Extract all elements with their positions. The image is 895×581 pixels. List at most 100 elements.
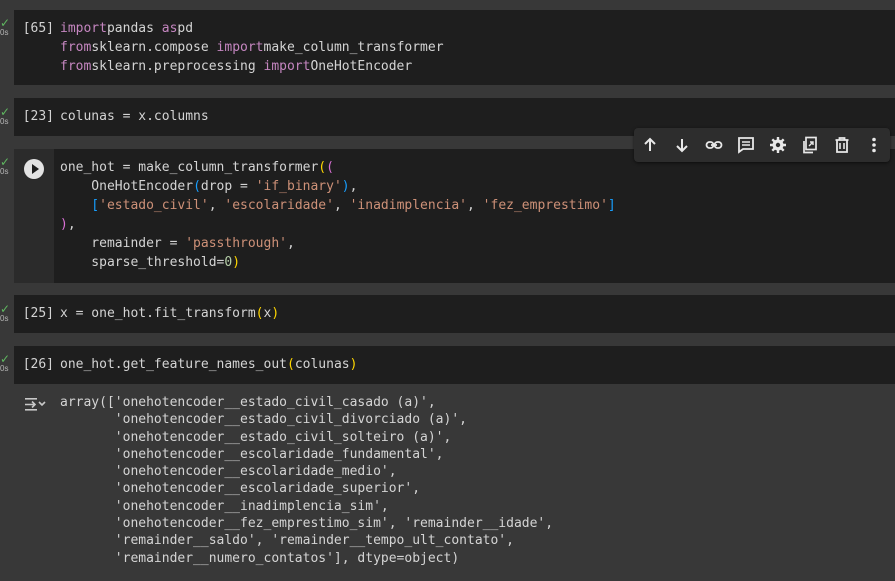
mirror-cell-icon <box>803 136 817 154</box>
code-token: import <box>60 21 107 36</box>
run-cell-button[interactable] <box>24 159 44 179</box>
exec-time: 0s <box>0 364 9 373</box>
code-token: colunas <box>294 357 350 372</box>
exec-count: [23] <box>22 109 54 124</box>
code-line: fromsklearn.preprocessing importOneHotEn… <box>60 57 444 76</box>
code-line: remainder = 'passthrough', <box>60 234 616 253</box>
code-line: OneHotEncoder(drop = 'if_binary'), <box>60 177 616 196</box>
code-token: , <box>333 198 350 213</box>
code-token: , <box>467 198 483 213</box>
code-token: sklearn.compose <box>91 40 217 55</box>
exec-time: 0s <box>0 117 9 126</box>
code-token: 'estado_civil' <box>99 198 209 213</box>
link-button[interactable] <box>703 134 725 156</box>
code-token: 'inadimplencia' <box>349 198 468 213</box>
exec-count: [65] <box>22 21 54 36</box>
code-token: ) <box>341 179 350 194</box>
code-line: ['estado_civil', 'escolaridade', 'inadim… <box>60 196 616 215</box>
exec-time: 0s <box>0 167 9 176</box>
code-token: , <box>349 179 358 194</box>
code-token: OneHotEncoder <box>310 59 413 74</box>
code-token: one_hot.get_feature_names_out <box>60 357 287 372</box>
output-menu-icon[interactable] <box>24 396 46 412</box>
code-token: [ <box>60 198 100 213</box>
output-line: 'onehotencoder__estado_civil_solteiro (a… <box>60 429 452 445</box>
output-line: 'onehotencoder__escolaridade_superior', <box>60 481 421 497</box>
code-editor[interactable]: one_hot.get_feature_names_out(colunas) <box>60 355 357 374</box>
code-token: , <box>67 217 76 232</box>
exec-count: [26] <box>22 357 54 372</box>
code-cell-active[interactable]: one_hot = make_column_transformer ( ( OneH… <box>14 149 895 283</box>
cell-status-23: ✓ 0s <box>0 105 14 126</box>
check-icon: ✓ <box>0 352 11 366</box>
code-token: ) <box>232 255 241 270</box>
link-icon <box>705 141 723 149</box>
comment-button[interactable] <box>735 134 757 156</box>
code-cell-26[interactable]: [26] one_hot.get_feature_names_out(colun… <box>14 346 895 384</box>
more-button[interactable] <box>863 134 885 156</box>
code-cell-65[interactable]: [65] importpandas aspd fromsklearn.compos… <box>14 10 895 85</box>
delete-icon <box>835 137 849 153</box>
code-token: import <box>263 59 311 74</box>
code-token: colunas = x.columns <box>60 109 209 124</box>
code-token: ( <box>193 179 201 194</box>
exec-time: 0s <box>0 314 9 323</box>
check-icon: ✓ <box>0 155 11 169</box>
code-token: 'passthrough' <box>185 236 287 251</box>
code-line: fromsklearn.compose importmake_column_tr… <box>60 38 444 57</box>
code-token: ) <box>271 306 280 321</box>
comment-icon <box>738 137 754 154</box>
cell-toolbar <box>634 128 890 162</box>
delete-button[interactable] <box>831 134 853 156</box>
settings-button[interactable] <box>767 134 789 156</box>
code-token: make_column_transformer <box>263 40 444 55</box>
check-icon: ✓ <box>0 105 11 119</box>
code-line: colunas = x.columns <box>60 107 209 126</box>
code-cell-25[interactable]: [25] x = one_hot.fit_transform(x) <box>14 295 895 333</box>
cell-status-run: ✓ 0s <box>0 155 14 176</box>
more-icon <box>872 137 876 153</box>
code-editor[interactable]: importpandas aspd fromsklearn.compose imp… <box>60 19 444 76</box>
output-line: 'onehotencoder__escolaridade_medio', <box>60 464 397 480</box>
cell-status-25: ✓ 0s <box>0 302 14 323</box>
check-icon: ✓ <box>0 302 11 316</box>
code-token: pandas <box>106 21 162 36</box>
output-line: 'onehotencoder__inadimplencia_sim', <box>60 498 389 514</box>
exec-time: 0s <box>0 28 9 37</box>
output-line: 'onehotencoder__estado_civil_divorciado … <box>60 412 467 428</box>
code-line: one_hot.get_feature_names_out(colunas) <box>60 355 357 374</box>
code-line: sparse_threshold=0) <box>60 253 616 272</box>
code-token: ( <box>286 357 295 372</box>
code-line: importpandas aspd <box>60 19 444 38</box>
code-token: import <box>216 40 264 55</box>
code-line: one_hot = make_column_transformer(( <box>60 158 616 177</box>
code-token: pd <box>177 21 194 36</box>
settings-icon <box>770 137 786 153</box>
code-token: remainder = <box>60 236 186 251</box>
cell-status-65: ✓ 0s <box>0 17 14 37</box>
code-editor[interactable]: colunas = x.columns <box>60 107 209 126</box>
code-token: ] <box>607 198 616 213</box>
code-token: sparse_threshold= <box>60 255 225 270</box>
mirror-cell-button[interactable] <box>799 134 821 156</box>
code-token: one_hot = make_column_transformer <box>60 160 319 175</box>
code-token: ( <box>326 160 334 175</box>
exec-count: [25] <box>22 306 54 321</box>
code-editor[interactable]: one_hot = make_column_transformer ( ( OneH… <box>60 158 616 272</box>
code-token: , <box>208 198 225 213</box>
code-token: ) <box>60 217 68 232</box>
code-token: from <box>60 40 92 55</box>
output-line: 'remainder__saldo', 'remainder__tempo_ul… <box>60 533 514 549</box>
code-line: x = one_hot.fit_transform(x) <box>60 304 279 323</box>
output-line: 'remainder__numero_contatos'], dtype=obj… <box>60 550 460 566</box>
code-token: 'if_binary' <box>255 179 342 194</box>
move-up-button[interactable] <box>639 134 661 156</box>
code-token: , <box>286 236 295 251</box>
code-token: 'escolaridade' <box>224 198 334 213</box>
code-line: ), <box>60 215 616 234</box>
move-up-icon <box>644 137 656 151</box>
code-editor[interactable]: x = one_hot.fit_transform(x) <box>60 304 279 323</box>
move-down-button[interactable] <box>671 134 693 156</box>
cell-output: array(['onehotencoder__estado_civil_casa… <box>60 394 553 567</box>
code-token: as <box>161 21 178 36</box>
